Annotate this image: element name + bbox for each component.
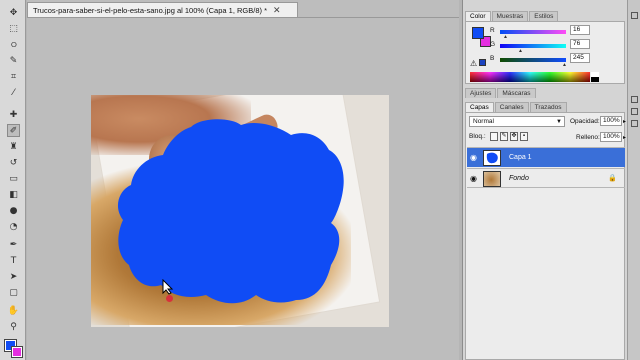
green-slider[interactable] <box>500 44 566 48</box>
color-spectrum-bar[interactable] <box>470 72 590 82</box>
blue-slider-knob-icon[interactable]: ▲ <box>562 62 567 68</box>
green-channel-row: G ▲ 76 <box>490 39 620 54</box>
tab-canales[interactable]: Canales <box>494 102 529 112</box>
dodge-tool-icon[interactable]: ◔ <box>7 220 20 233</box>
blue-channel-label: B <box>490 55 495 62</box>
document-area: Trucos-para-saber-si-el-pelo-esta-sano.j… <box>27 0 459 360</box>
close-icon[interactable]: ✕ <box>273 5 281 16</box>
layer-name: Fondo <box>509 175 529 182</box>
info-panel-icon[interactable] <box>631 120 638 127</box>
document-title: Trucos-para-saber-si-el-pelo-esta-sano.j… <box>33 5 267 15</box>
tools-panel: ✥ ⬚ ഠ ✎ ⌗ ⁄ ✚ ✐ ♜ ↺ ▭ ◧ ● ◔ ✒ T ➤ ▢ ✋ ⚲ <box>0 0 26 360</box>
marquee-tool-icon[interactable]: ⬚ <box>7 22 20 35</box>
layer-row-fondo[interactable]: ◉ Fondo 🔒 <box>467 168 625 188</box>
tab-color[interactable]: Color <box>465 11 491 21</box>
right-panels: Color Muestras Estilos R ▲ 16 G ▲ 76 B ▲… <box>462 0 640 360</box>
green-slider-knob-icon[interactable]: ▲ <box>518 48 523 54</box>
type-tool-icon[interactable]: T <box>7 254 20 267</box>
black-white-swatch[interactable] <box>591 72 599 82</box>
lock-all-icon[interactable]: ▪ <box>520 132 528 141</box>
path-select-tool-icon[interactable]: ➤ <box>7 270 20 283</box>
red-channel-row: R ▲ 16 <box>490 25 620 40</box>
green-value-field[interactable]: 76 <box>570 39 590 49</box>
tab-mascaras[interactable]: Máscaras <box>497 88 536 98</box>
brush-cursor-icon <box>162 279 174 295</box>
web-safe-color-icon[interactable] <box>479 59 486 66</box>
fill-arrow-icon[interactable]: ▸ <box>623 134 626 141</box>
layer-row-capa-1[interactable]: ◉ Capa 1 <box>467 147 625 167</box>
blend-mode-value: Normal <box>473 118 494 125</box>
crop-tool-icon[interactable]: ⌗ <box>7 70 20 83</box>
blue-channel-row: B ▲ 245 <box>490 53 620 68</box>
chevron-down-icon: ▼ <box>556 119 562 125</box>
layer-thumbnail <box>483 171 501 187</box>
brush-tool-icon[interactable]: ✐ <box>7 124 20 137</box>
blend-mode-select[interactable]: Normal ▼ <box>469 116 565 127</box>
opacity-field[interactable]: 100% <box>600 116 622 126</box>
green-channel-label: G <box>490 41 496 48</box>
layer-name: Capa 1 <box>509 154 532 161</box>
actions-panel-icon[interactable] <box>631 108 638 115</box>
red-channel-label: R <box>490 27 495 34</box>
healing-brush-tool-icon[interactable]: ✚ <box>7 108 20 121</box>
history-brush-tool-icon[interactable]: ↺ <box>7 156 20 169</box>
tab-capas[interactable]: Capas <box>465 102 494 112</box>
visibility-eye-icon[interactable]: ◉ <box>470 174 477 183</box>
hand-tool-icon[interactable]: ✋ <box>7 304 20 317</box>
layer-thumbnail <box>483 150 501 166</box>
document-tab[interactable]: Trucos-para-saber-si-el-pelo-esta-sano.j… <box>27 2 298 17</box>
shape-tool-icon[interactable]: ▢ <box>7 286 20 299</box>
clone-stamp-tool-icon[interactable]: ♜ <box>7 140 20 153</box>
cursor-marker <box>166 295 173 302</box>
fill-field[interactable]: 100% <box>600 132 622 142</box>
lock-label: Bloq.: <box>469 133 486 140</box>
gradient-tool-icon[interactable]: ◧ <box>7 188 20 201</box>
eyedropper-tool-icon[interactable]: ⁄ <box>7 86 20 99</box>
visibility-eye-icon[interactable]: ◉ <box>470 153 477 162</box>
history-panel-icon[interactable] <box>631 96 638 103</box>
tab-ajustes[interactable]: Ajustes <box>465 88 497 98</box>
red-slider[interactable] <box>500 30 566 34</box>
lock-position-icon[interactable]: ✥ <box>510 132 518 141</box>
panel-collapse-icon[interactable] <box>631 12 638 19</box>
blue-paint-stroke <box>117 119 344 304</box>
opacity-label: Opacidad: <box>570 118 600 125</box>
red-value-field[interactable]: 16 <box>570 25 590 35</box>
pen-tool-icon[interactable]: ✒ <box>7 238 20 251</box>
photoshop-window: ✥ ⬚ ഠ ✎ ⌗ ⁄ ✚ ✐ ♜ ↺ ▭ ◧ ● ◔ ✒ T ➤ ▢ ✋ ⚲ … <box>0 0 640 360</box>
lock-image-pixels-icon[interactable]: ✎ <box>500 132 508 141</box>
image-canvas[interactable] <box>91 95 389 327</box>
move-tool-icon[interactable]: ✥ <box>7 6 20 19</box>
tab-divider <box>27 17 459 18</box>
color-panel-foreground-swatch[interactable] <box>472 27 484 39</box>
quick-select-tool-icon[interactable]: ✎ <box>7 54 20 67</box>
adjustments-panel-tabs: Ajustes Máscaras <box>465 87 537 98</box>
tab-muestras[interactable]: Muestras <box>491 11 529 21</box>
lasso-tool-icon[interactable]: ഠ <box>7 38 20 51</box>
background-color-swatch[interactable] <box>11 346 23 358</box>
gamut-warning-icon[interactable]: ⚠ <box>470 59 477 68</box>
lock-transparent-pixels-icon[interactable] <box>490 132 498 141</box>
layer-lock-icon: 🔒 <box>608 175 617 182</box>
color-panel: R ▲ 16 G ▲ 76 B ▲ 245 ⚠ <box>465 21 625 84</box>
opacity-arrow-icon[interactable]: ▸ <box>623 118 626 125</box>
color-panel-tabs: Color Muestras Estilos <box>465 10 559 21</box>
fill-label: Relleno: <box>576 134 600 141</box>
blue-value-field[interactable]: 245 <box>570 53 590 63</box>
blue-slider[interactable] <box>500 58 566 62</box>
tab-trazados[interactable]: Trazados <box>529 102 567 112</box>
collapsed-panels-strip <box>627 0 640 360</box>
zoom-tool-icon[interactable]: ⚲ <box>7 320 20 333</box>
layers-panel: Normal ▼ Opacidad: 100% ▸ Bloq.: ✎ ✥ ▪ R… <box>465 112 626 360</box>
tab-estilos[interactable]: Estilos <box>529 11 559 21</box>
layers-panel-tabs: Capas Canales Trazados <box>465 101 568 112</box>
eraser-tool-icon[interactable]: ▭ <box>7 172 20 185</box>
red-slider-knob-icon[interactable]: ▲ <box>503 34 508 40</box>
blur-tool-icon[interactable]: ● <box>7 204 20 217</box>
